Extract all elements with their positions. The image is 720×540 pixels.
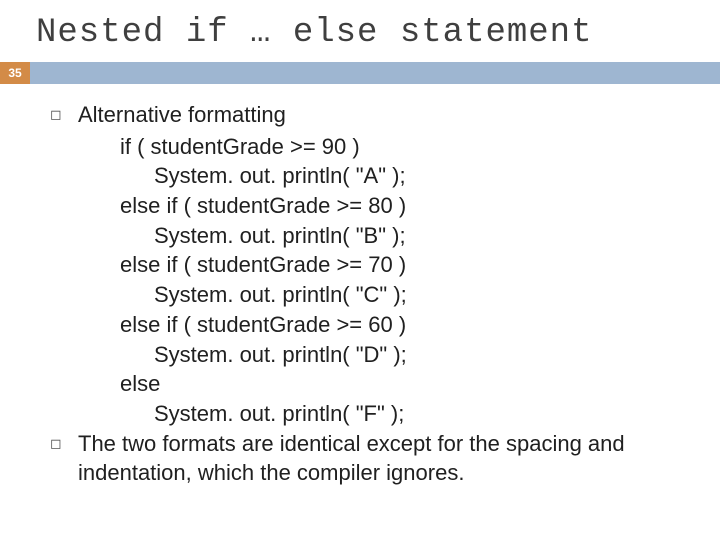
code-line: else if ( studentGrade >= 80 ) [120,191,682,221]
list-item: ◻ Alternative formatting [50,100,682,130]
bullet-text: The two formats are identical except for… [78,429,682,488]
page-number-tab: 35 [0,62,30,84]
bullet-text: Alternative formatting [78,100,682,130]
code-block: if ( studentGrade >= 90 ) System. out. p… [50,132,682,429]
code-line: System. out. println( "B" ); [120,221,682,251]
header-band: 35 [0,62,720,84]
code-line: if ( studentGrade >= 90 ) [120,132,682,162]
slide-title: Nested if … else statement [0,0,720,62]
code-line: System. out. println( "A" ); [120,161,682,191]
code-line: System. out. println( "F" ); [120,399,682,429]
header-band-fill [30,62,720,84]
list-item: ◻ The two formats are identical except f… [50,429,682,488]
bullet-icon: ◻ [50,100,78,130]
slide-body: ◻ Alternative formatting if ( studentGra… [0,84,720,488]
code-line: System. out. println( "C" ); [120,280,682,310]
code-line: System. out. println( "D" ); [120,340,682,370]
code-line: else if ( studentGrade >= 60 ) [120,310,682,340]
bullet-icon: ◻ [50,429,78,488]
code-line: else [120,369,682,399]
code-line: else if ( studentGrade >= 70 ) [120,250,682,280]
